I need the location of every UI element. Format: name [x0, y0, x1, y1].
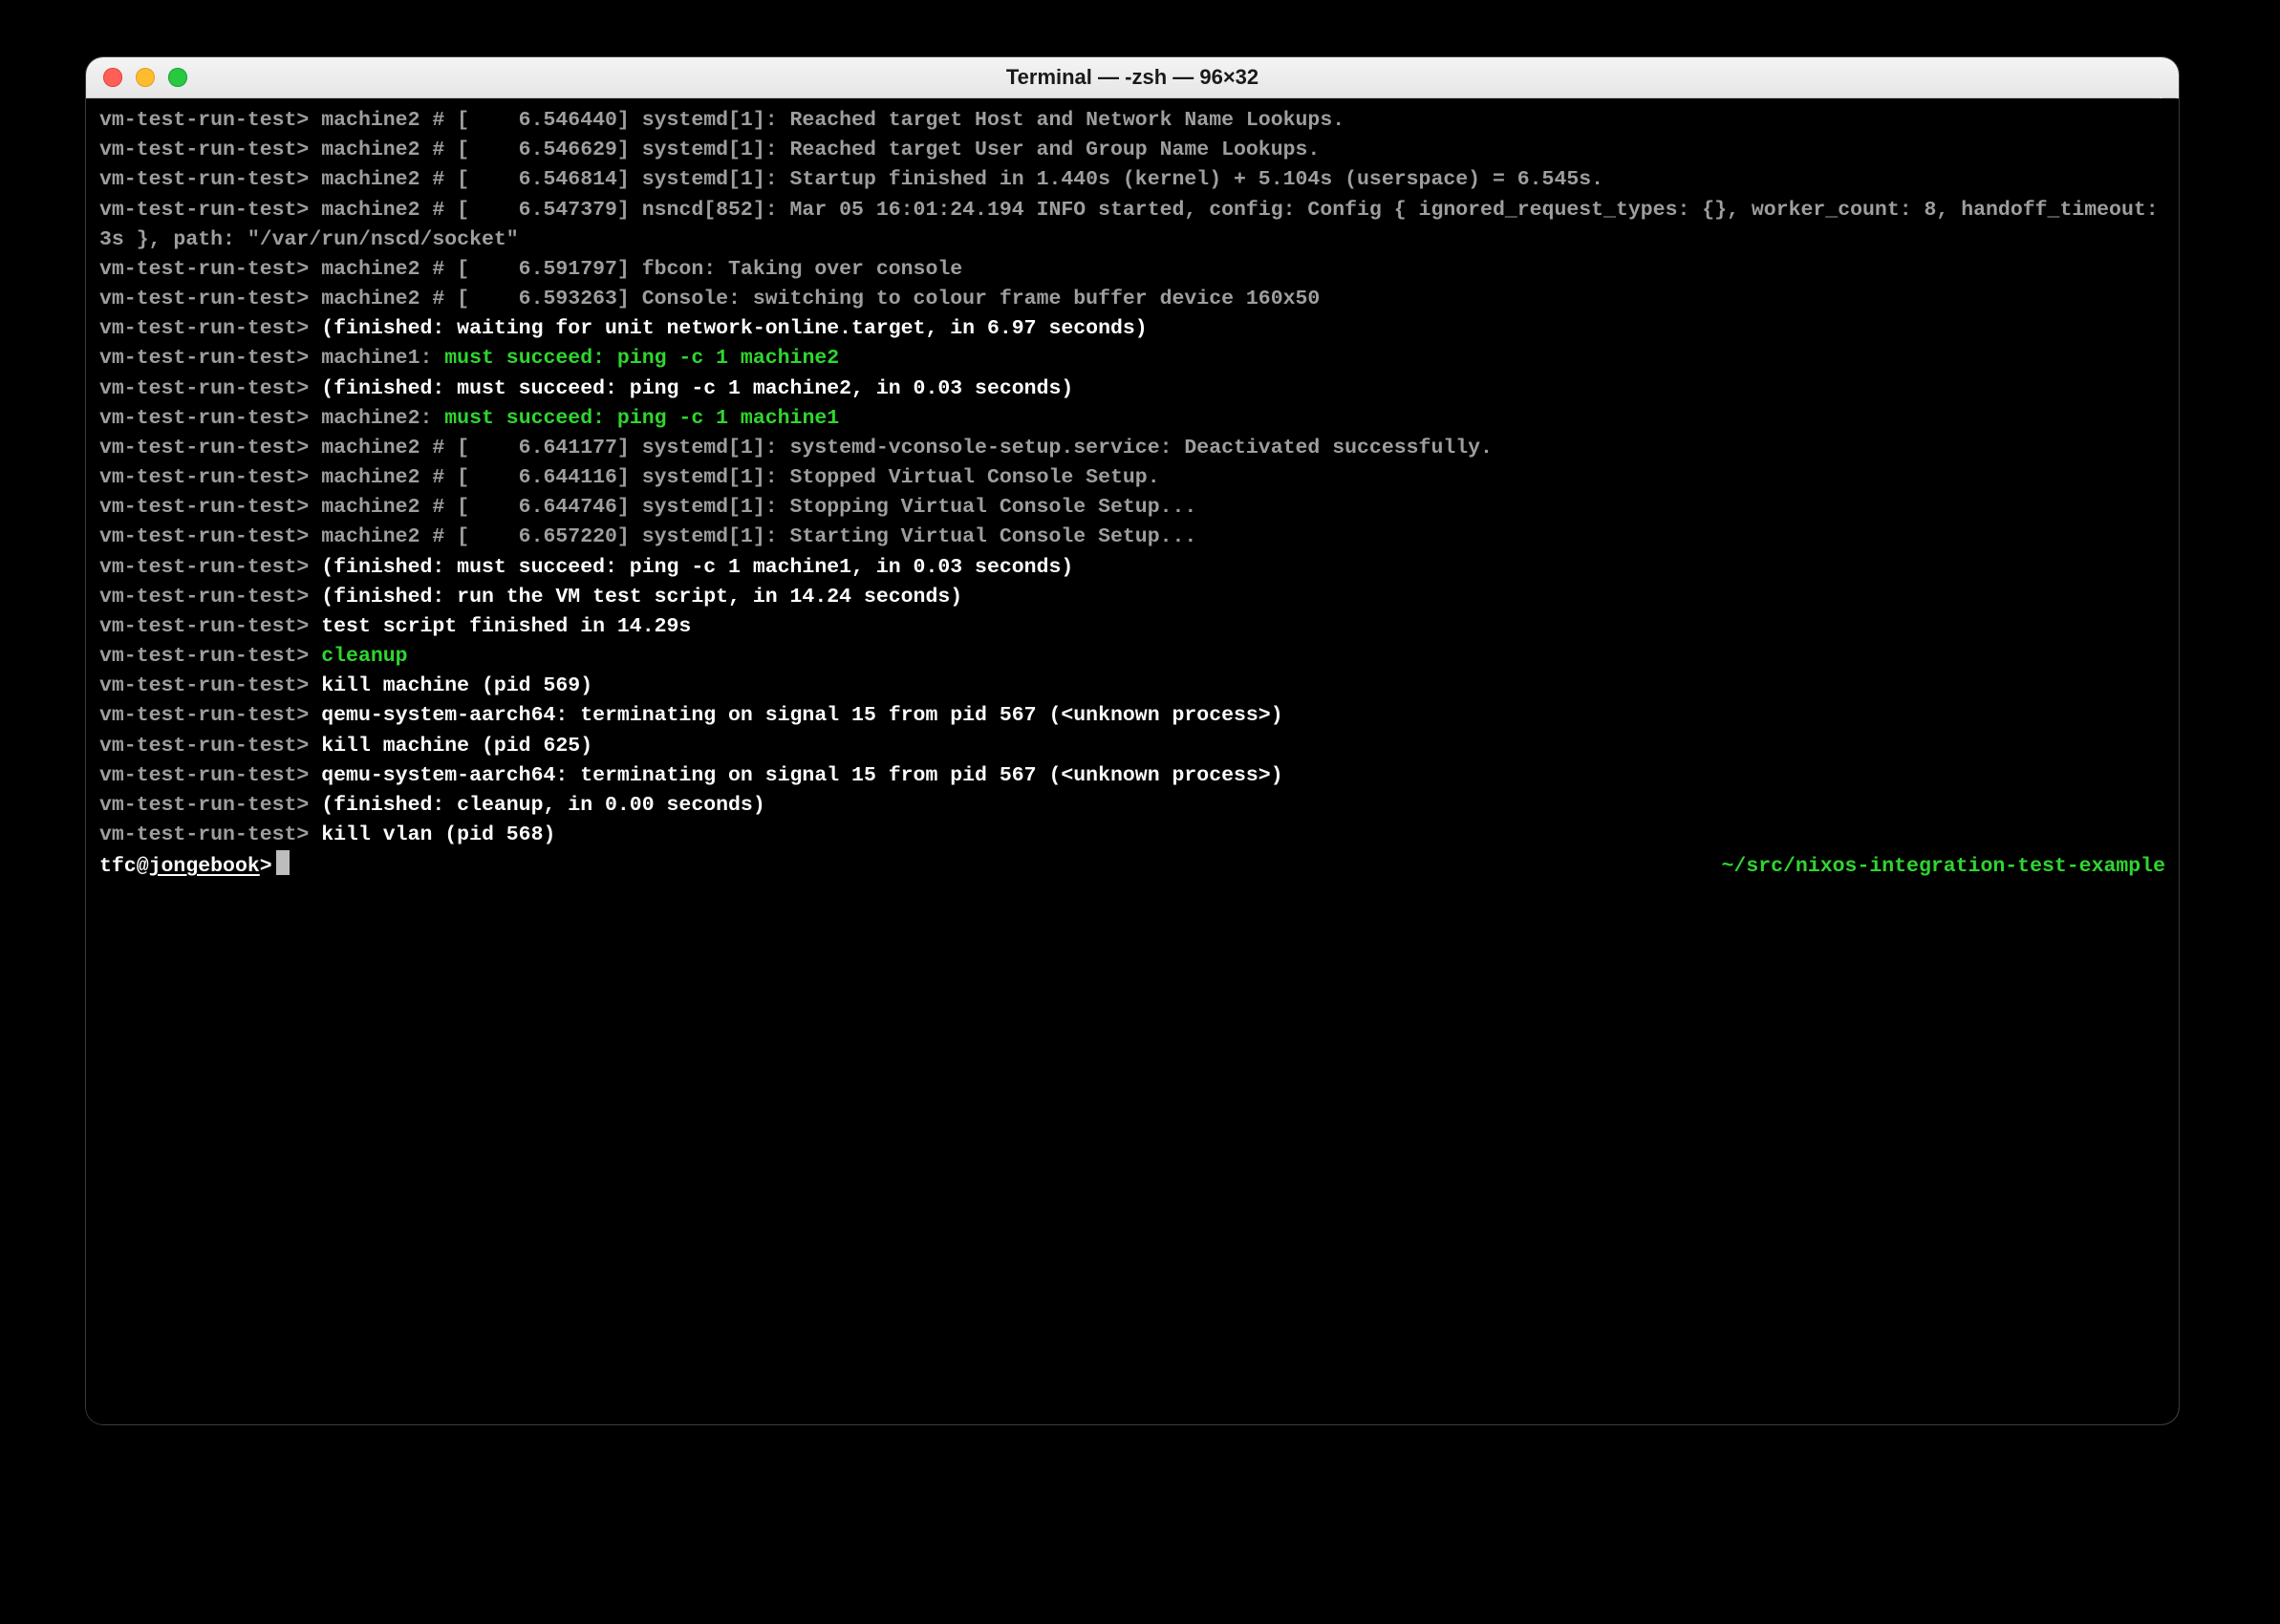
finished-text: (finished: cleanup, in 0.00 seconds) — [321, 794, 764, 817]
log-line: vm-test-run-test> machine2 # [ 6.644116]… — [99, 463, 2165, 493]
window-title: Terminal — -zsh — 96×32 — [1006, 65, 1258, 90]
shell-prefix: vm-test-run-test> — [99, 466, 309, 489]
log-line: vm-test-run-test> machine2 # [ 6.546440]… — [99, 106, 2165, 136]
kernel-log: machine2 # [ 6.546629] systemd[1]: Reach… — [321, 139, 1320, 161]
shell-prefix: vm-test-run-test> — [99, 525, 309, 548]
finished-text: (finished: run the VM test script, in 14… — [321, 586, 962, 609]
titlebar[interactable]: Terminal — -zsh — 96×32 — [86, 57, 2179, 98]
output-text: qemu-system-aarch64: terminating on sign… — [321, 764, 1282, 787]
output-text: kill vlan (pid 568) — [321, 823, 555, 846]
cwd-path: ~/src/nixos-integration-test-example — [1722, 852, 2165, 882]
finished-text: (finished: waiting for unit network-onli… — [321, 317, 1147, 340]
finished-line: vm-test-run-test> (finished: run the VM … — [99, 583, 2165, 612]
log-line: vm-test-run-test> machine2 # [ 6.644746]… — [99, 493, 2165, 523]
kernel-log: machine2 # [ 6.644746] systemd[1]: Stopp… — [321, 496, 1196, 519]
prompt-user: tfc — [99, 855, 137, 878]
terminal-window: Terminal — -zsh — 96×32 vm-test-run-test… — [86, 57, 2179, 1424]
finished-line: vm-test-run-test> (finished: cleanup, in… — [99, 791, 2165, 821]
output-line: vm-test-run-test> qemu-system-aarch64: t… — [99, 761, 2165, 791]
kernel-log: machine2 # [ 6.657220] systemd[1]: Start… — [321, 525, 1196, 548]
shell-prefix: vm-test-run-test> — [99, 109, 309, 132]
traffic-lights — [103, 68, 187, 87]
close-icon[interactable] — [103, 68, 122, 87]
log-line: vm-test-run-test> machine2 # [ 6.657220]… — [99, 523, 2165, 552]
prompt-host: jongebook — [149, 855, 260, 878]
log-line: vm-test-run-test> machine2 # [ 6.591797]… — [99, 255, 2165, 285]
kernel-log: machine2 # [ 6.546814] systemd[1]: Start… — [321, 168, 1603, 191]
output-text: kill machine (pid 569) — [321, 674, 592, 697]
output-line: vm-test-run-test> qemu-system-aarch64: t… — [99, 701, 2165, 731]
kernel-log: machine2 # [ 6.591797] fbcon: Taking ove… — [321, 258, 962, 281]
machine-label: machine1: — [321, 347, 444, 370]
output-line: vm-test-run-test> kill vlan (pid 568) — [99, 821, 2165, 850]
shell-prefix: vm-test-run-test> — [99, 437, 309, 459]
minimize-icon[interactable] — [136, 68, 155, 87]
prompt-caret: > — [260, 855, 272, 878]
shell-prefix: vm-test-run-test> — [99, 288, 309, 310]
output-text: test script finished in 14.29s — [321, 615, 691, 638]
shell-prefix: vm-test-run-test> — [99, 139, 309, 161]
shell-prefix: vm-test-run-test> — [99, 615, 309, 638]
finished-line: vm-test-run-test> (finished: waiting for… — [99, 314, 2165, 344]
shell-prefix: vm-test-run-test> — [99, 735, 309, 758]
kernel-log: machine2 # [ 6.546440] systemd[1]: Reach… — [321, 109, 1344, 132]
cursor-icon — [276, 850, 290, 875]
action-text: must succeed: ping -c 1 machine2 — [444, 347, 839, 370]
shell-prefix: vm-test-run-test> — [99, 794, 309, 817]
action-line: vm-test-run-test> machine2: must succeed… — [99, 404, 2165, 434]
output-line: vm-test-run-test> kill machine (pid 625) — [99, 732, 2165, 761]
zoom-icon[interactable] — [168, 68, 187, 87]
shell-prefix: vm-test-run-test> — [99, 645, 309, 668]
action-line: vm-test-run-test> machine1: must succeed… — [99, 344, 2165, 374]
shell-prefix: vm-test-run-test> — [99, 377, 309, 400]
output-text: qemu-system-aarch64: terminating on sign… — [321, 704, 1282, 727]
log-line: vm-test-run-test> machine2 # [ 6.641177]… — [99, 434, 2165, 463]
shell-prefix: vm-test-run-test> — [99, 407, 309, 430]
desktop: Terminal — -zsh — 96×32 vm-test-run-test… — [0, 0, 2280, 1624]
action-text: must succeed: ping -c 1 machine1 — [444, 407, 839, 430]
prompt-at: @ — [137, 855, 149, 878]
terminal-output[interactable]: vm-test-run-test> machine2 # [ 6.546440]… — [86, 98, 2179, 1424]
output-line: vm-test-run-test> kill machine (pid 569) — [99, 672, 2165, 701]
log-line: vm-test-run-test> machine2 # [ 6.547379]… — [99, 196, 2165, 255]
shell-prefix: vm-test-run-test> — [99, 317, 309, 340]
shell-prefix: vm-test-run-test> — [99, 199, 309, 222]
prompt-line[interactable]: tfc@jongebook> ~/src/nixos-integration-te… — [99, 850, 2165, 882]
finished-text: (finished: must succeed: ping -c 1 machi… — [321, 556, 1073, 579]
output-text: kill machine (pid 625) — [321, 735, 592, 758]
kernel-log: machine2 # [ 6.644116] systemd[1]: Stopp… — [321, 466, 1159, 489]
shell-prefix: vm-test-run-test> — [99, 168, 309, 191]
section-text: cleanup — [321, 645, 407, 668]
shell-prefix: vm-test-run-test> — [99, 258, 309, 281]
machine-label: machine2: — [321, 407, 444, 430]
kernel-log: machine2 # [ 6.593263] Console: switchin… — [321, 288, 1320, 310]
log-line: vm-test-run-test> machine2 # [ 6.593263]… — [99, 285, 2165, 314]
log-line: vm-test-run-test> machine2 # [ 6.546814]… — [99, 165, 2165, 195]
shell-prefix: vm-test-run-test> — [99, 347, 309, 370]
shell-prefix: vm-test-run-test> — [99, 586, 309, 609]
shell-prefix: vm-test-run-test> — [99, 823, 309, 846]
output-line: vm-test-run-test> test script finished i… — [99, 612, 2165, 642]
section-line: vm-test-run-test> cleanup — [99, 642, 2165, 672]
finished-text: (finished: must succeed: ping -c 1 machi… — [321, 377, 1073, 400]
finished-line: vm-test-run-test> (finished: must succee… — [99, 374, 2165, 404]
shell-prefix: vm-test-run-test> — [99, 704, 309, 727]
shell-prefix: vm-test-run-test> — [99, 496, 309, 519]
finished-line: vm-test-run-test> (finished: must succee… — [99, 553, 2165, 583]
shell-prefix: vm-test-run-test> — [99, 674, 309, 697]
shell-prefix: vm-test-run-test> — [99, 556, 309, 579]
kernel-log: machine2 # [ 6.547379] nsncd[852]: Mar 0… — [99, 199, 2171, 251]
shell-prefix: vm-test-run-test> — [99, 764, 309, 787]
kernel-log: machine2 # [ 6.641177] systemd[1]: syste… — [321, 437, 1493, 459]
log-line: vm-test-run-test> machine2 # [ 6.546629]… — [99, 136, 2165, 165]
